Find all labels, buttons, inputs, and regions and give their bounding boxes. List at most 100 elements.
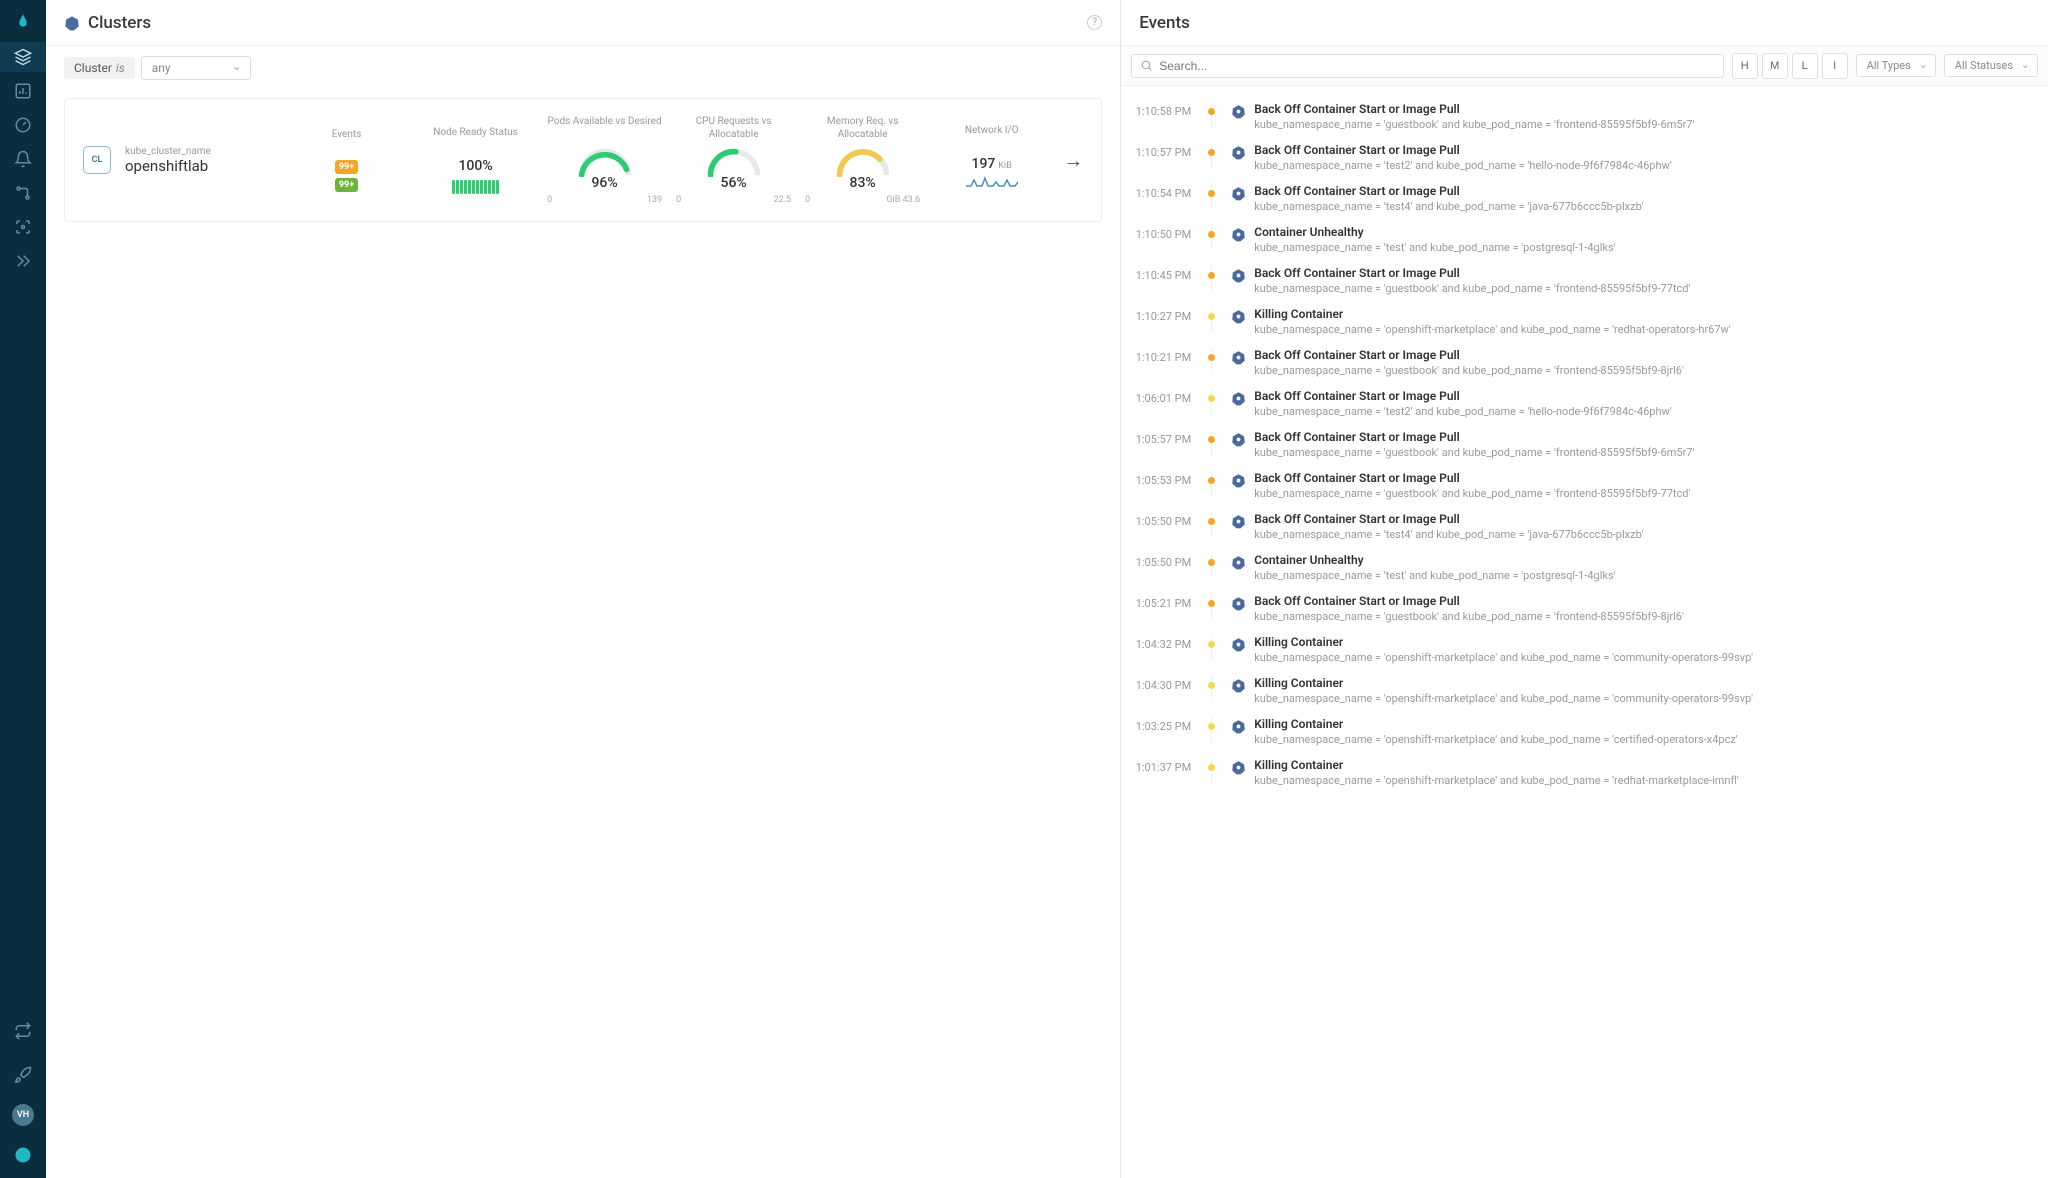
node-ready-bars: [418, 178, 533, 194]
nav-capture-icon[interactable]: [0, 212, 46, 242]
cpu-label: CPU Requests vs Allocatable: [676, 115, 791, 141]
events-list[interactable]: 1:10:58 PMBack Off Container Start or Im…: [1121, 86, 2048, 1178]
event-title: Back Off Container Start or Image Pull: [1254, 389, 2034, 403]
event-row[interactable]: 1:10:27 PMKilling Containerkube_namespac…: [1129, 301, 2034, 342]
nav-chat-icon[interactable]: [0, 1140, 46, 1170]
event-row[interactable]: 1:03:25 PMKilling Containerkube_namespac…: [1129, 711, 2034, 752]
logo-icon[interactable]: [0, 8, 46, 38]
event-title: Back Off Container Start or Image Pull: [1254, 430, 2034, 444]
types-filter-dropdown[interactable]: All Types: [1856, 54, 1936, 77]
event-time: 1:10:45 PM: [1129, 266, 1191, 282]
event-time: 1:05:50 PM: [1129, 553, 1191, 569]
event-detail: kube_namespace_name = 'test2' and kube_p…: [1254, 159, 2034, 172]
event-row[interactable]: 1:05:50 PMContainer Unhealthykube_namesp…: [1129, 547, 2034, 588]
severity-button-m[interactable]: M: [1762, 53, 1788, 79]
user-avatar[interactable]: VH: [12, 1104, 34, 1126]
kubernetes-icon: [1231, 719, 1246, 734]
kubernetes-icon: [1231, 432, 1246, 447]
event-row[interactable]: 1:10:57 PMBack Off Container Start or Im…: [1129, 137, 2034, 178]
event-severity-dot: [1208, 272, 1215, 279]
event-detail: kube_namespace_name = 'test2' and kube_p…: [1254, 405, 2034, 418]
event-time: 1:05:50 PM: [1129, 512, 1191, 528]
event-detail: kube_namespace_name = 'guestbook' and ku…: [1254, 282, 2034, 295]
kubernetes-icon: [1231, 104, 1246, 119]
event-row[interactable]: 1:04:32 PMKilling Containerkube_namespac…: [1129, 629, 2034, 670]
nav-refresh-icon[interactable]: [0, 1016, 46, 1046]
filter-value-dropdown[interactable]: any: [141, 56, 251, 80]
event-time: 1:06:01 PM: [1129, 389, 1191, 405]
event-title: Killing Container: [1254, 717, 2034, 731]
event-title: Back Off Container Start or Image Pull: [1254, 102, 2034, 116]
event-row[interactable]: 1:05:21 PMBack Off Container Start or Im…: [1129, 588, 2034, 629]
events-search-input[interactable]: [1159, 59, 1714, 73]
mem-gauge: [834, 147, 892, 177]
event-time: 1:10:54 PM: [1129, 184, 1191, 200]
event-severity-dot: [1208, 190, 1215, 197]
events-badge-ok: 99+: [335, 178, 358, 192]
kubernetes-icon: [1231, 227, 1246, 242]
event-row[interactable]: 1:05:57 PMBack Off Container Start or Im…: [1129, 424, 2034, 465]
cluster-drill-arrow[interactable]: →: [1063, 148, 1083, 173]
severity-button-h[interactable]: H: [1732, 53, 1758, 79]
event-time: 1:05:53 PM: [1129, 471, 1191, 487]
kubernetes-icon: [64, 15, 80, 31]
event-row[interactable]: 1:10:21 PMBack Off Container Start or Im…: [1129, 342, 2034, 383]
filter-bar: Clusteris any: [46, 46, 1120, 90]
cluster-name: openshiftlab: [125, 157, 275, 175]
event-severity-dot: [1208, 108, 1215, 115]
event-row[interactable]: 1:06:01 PM Back Off Container Start or Im…: [1129, 383, 2034, 424]
event-severity-dot: [1208, 354, 1215, 361]
nav-topology-icon[interactable]: [0, 178, 46, 208]
event-row[interactable]: 1:05:53 PM Back Off Container Start or Im…: [1129, 465, 2034, 506]
event-row[interactable]: 1:10:58 PMBack Off Container Start or Im…: [1129, 96, 2034, 137]
event-row[interactable]: 1:10:45 PMBack Off Container Start or Im…: [1129, 260, 2034, 301]
severity-button-i[interactable]: I: [1822, 53, 1848, 79]
nav-sidebar: VH: [0, 0, 46, 1178]
kubernetes-icon: [1231, 350, 1246, 365]
help-icon[interactable]: ?: [1087, 15, 1102, 30]
nav-layers-icon[interactable]: [0, 42, 46, 72]
event-severity-dot: [1208, 559, 1215, 566]
filter-field-chip[interactable]: Clusteris: [64, 57, 135, 79]
nav-rocket-icon[interactable]: [0, 1060, 46, 1090]
event-title: Back Off Container Start or Image Pull: [1254, 471, 2034, 485]
event-detail: kube_namespace_name = 'test' and kube_po…: [1254, 241, 2034, 254]
severity-button-l[interactable]: L: [1792, 53, 1818, 79]
event-severity-dot: [1208, 313, 1215, 320]
event-row[interactable]: 1:10:50 PMContainer Unhealthykube_namesp…: [1129, 219, 2034, 260]
events-search[interactable]: [1131, 54, 1723, 78]
event-severity-dot: [1208, 436, 1215, 443]
event-row[interactable]: 1:04:30 PM Killing Container kube_namespac…: [1129, 670, 2034, 711]
event-row[interactable]: 1:05:50 PMBack Off Container Start or Im…: [1129, 506, 2034, 547]
event-time: 1:10:57 PM: [1129, 143, 1191, 159]
event-detail: kube_namespace_name = 'guestbook' and ku…: [1254, 446, 2034, 459]
events-title: Events: [1139, 13, 1190, 33]
kubernetes-icon: [1231, 145, 1246, 160]
mem-value: 83%: [834, 175, 892, 191]
cluster-row[interactable]: CL kube_cluster_name openshiftlab Events…: [64, 98, 1102, 222]
cluster-name-label: kube_cluster_name: [125, 146, 275, 157]
kubernetes-icon: [1231, 596, 1246, 611]
event-severity-dot: [1208, 477, 1215, 484]
event-title: Container Unhealthy: [1254, 553, 2034, 567]
event-detail: kube_namespace_name = 'test4' and kube_p…: [1254, 528, 2034, 541]
nav-expand-icon[interactable]: [0, 246, 46, 276]
event-severity-dot: [1208, 149, 1215, 156]
node-ready-value: 100%: [418, 158, 533, 174]
event-time: 1:04:30 PM: [1129, 676, 1191, 692]
event-row[interactable]: 1:10:54 PMBack Off Container Start or Im…: [1129, 178, 2034, 219]
page-title: Clusters: [64, 13, 151, 33]
event-title: Killing Container: [1254, 635, 2034, 649]
nav-gauge-icon[interactable]: [0, 110, 46, 140]
event-detail: kube_namespace_name = 'guestbook' and ku…: [1254, 118, 2034, 131]
event-title: Killing Container: [1254, 676, 2034, 690]
nav-chart-icon[interactable]: [0, 76, 46, 106]
search-icon: [1140, 59, 1153, 72]
event-time: 1:05:21 PM: [1129, 594, 1191, 610]
statuses-filter-dropdown[interactable]: All Statuses: [1944, 54, 2038, 77]
nav-bell-icon[interactable]: [0, 144, 46, 174]
event-detail: kube_namespace_name = 'openshift-marketp…: [1254, 692, 2034, 705]
event-time: 1:04:32 PM: [1129, 635, 1191, 651]
event-detail: kube_namespace_name = 'guestbook' and ku…: [1254, 364, 2034, 377]
event-row[interactable]: 1:01:37 PMKilling Containerkube_namespac…: [1129, 752, 2034, 793]
